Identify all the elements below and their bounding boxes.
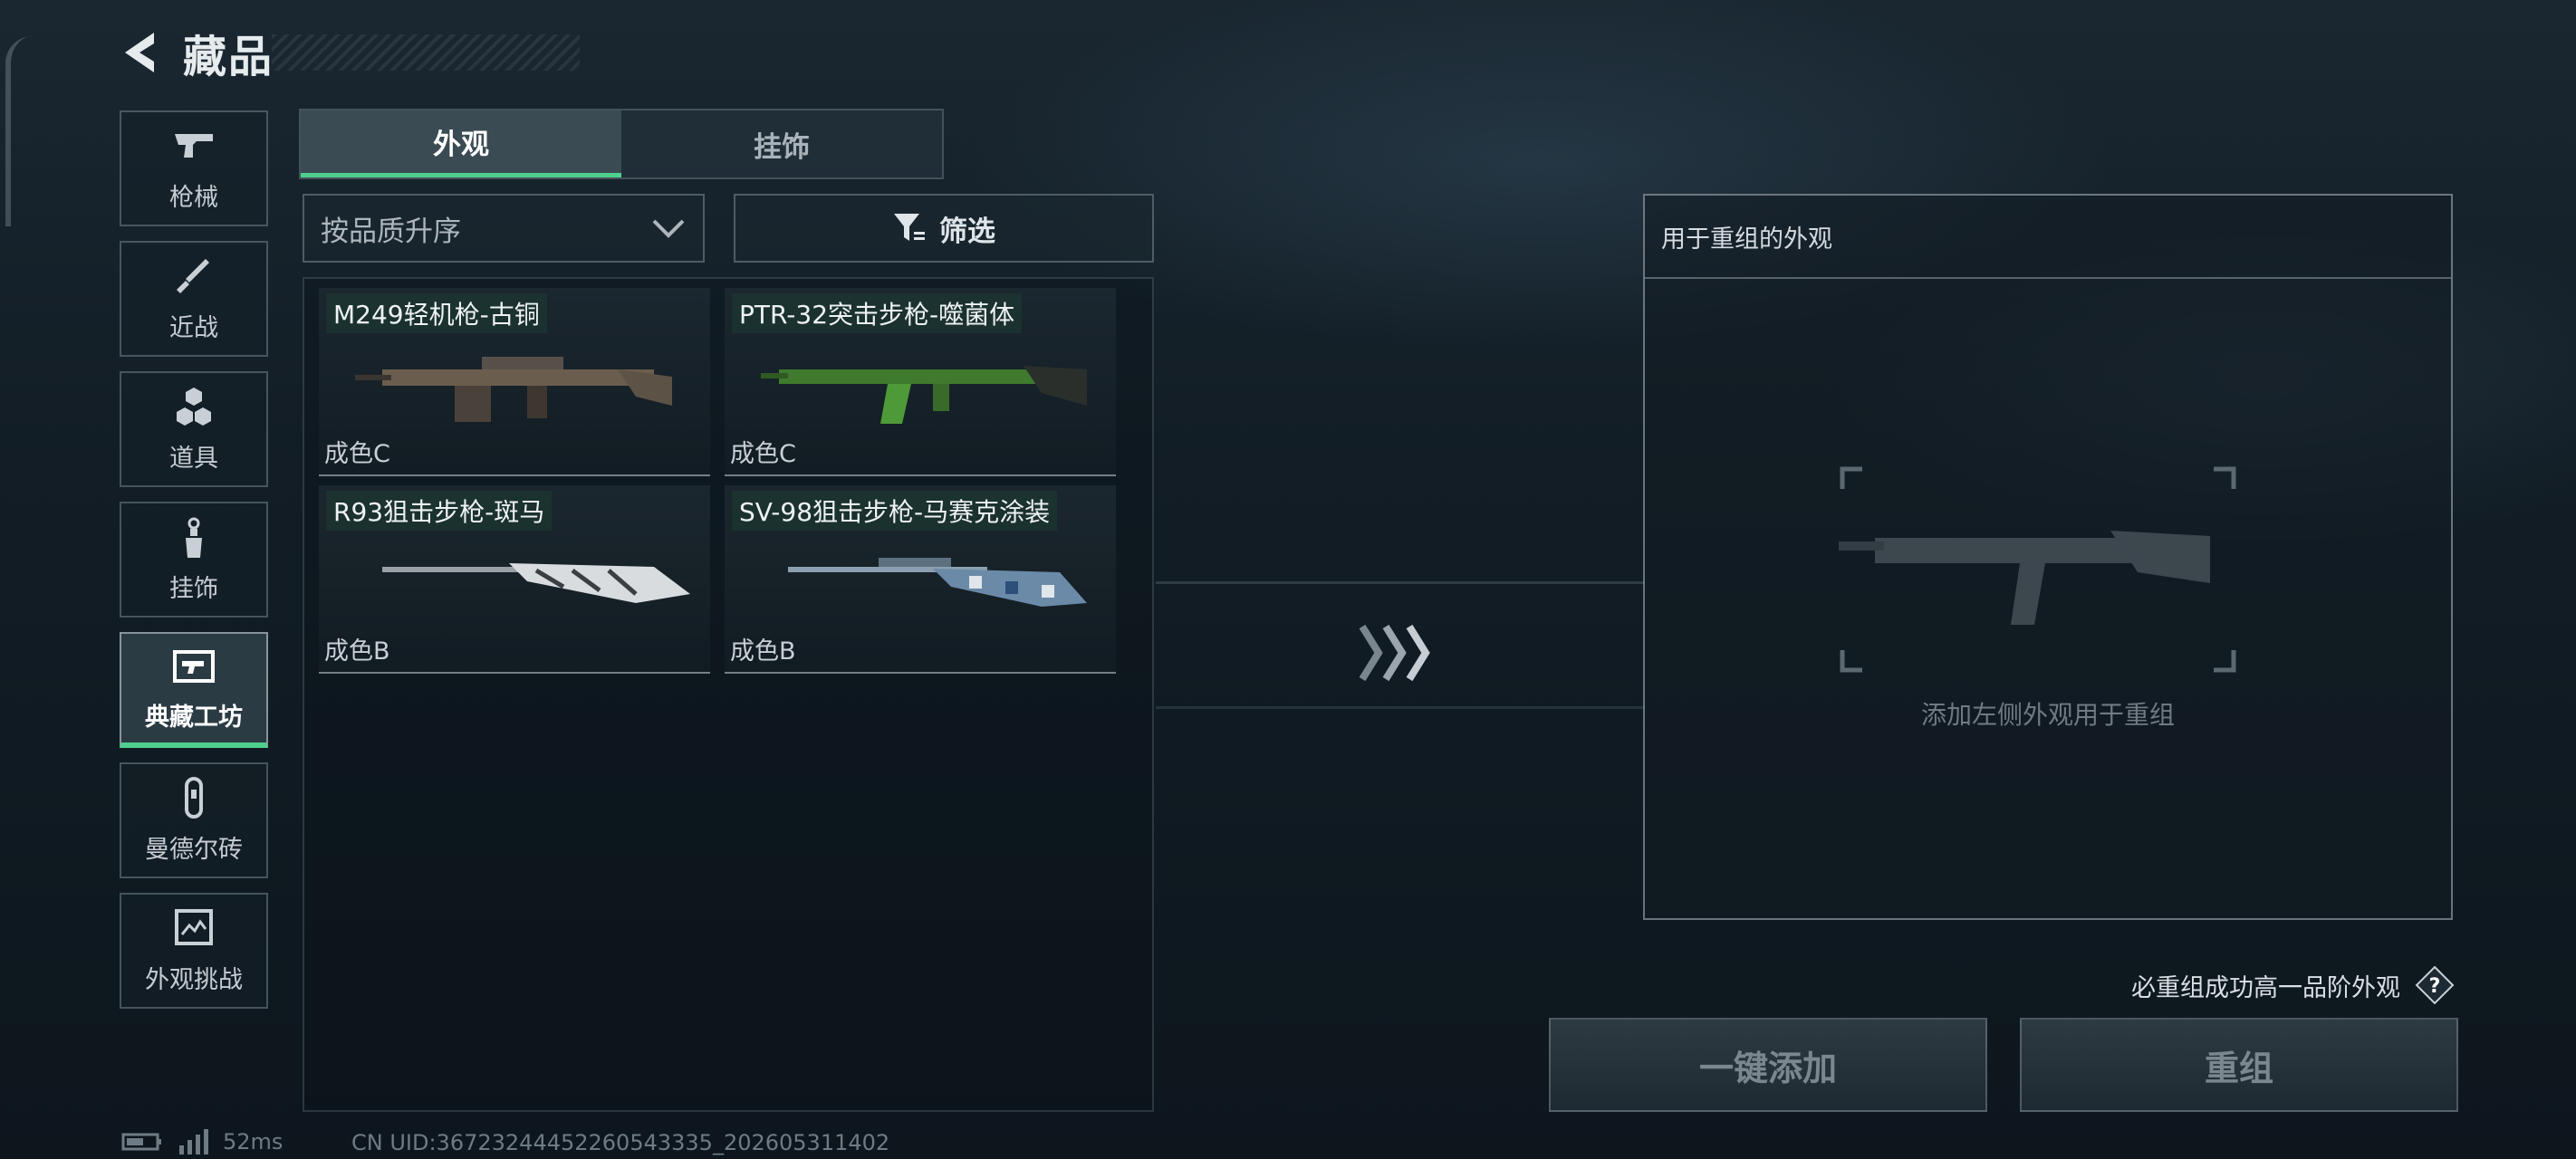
challenge-icon (175, 908, 213, 945)
tab-appearance[interactable]: 外观 (301, 110, 621, 177)
filter-icon (894, 214, 925, 241)
sidebar-item-label: 枪械 (169, 183, 218, 212)
filter-button[interactable]: 筛选 (734, 194, 1154, 263)
sniper-rifle-icon (788, 558, 1087, 607)
recombine-label: 重组 (2204, 1048, 2273, 1088)
guarantee-text: 必重组成功高一品阶外观 (2131, 973, 2400, 1002)
chevron-down-icon (652, 219, 685, 238)
status-bar: 52ms (121, 1128, 283, 1155)
sidebar-item-label: 曼德尔砖 (145, 835, 243, 864)
user-uid: CN UID:36723244452260543335_202605311402 (351, 1130, 890, 1155)
pistol-icon (175, 133, 213, 158)
sidebar-item-label: 近战 (169, 313, 218, 342)
skin-grade: 成色C (324, 440, 390, 468)
sidebar-item-label: 挂饰 (169, 574, 218, 603)
connector-line (1156, 581, 1645, 584)
charm-icon (186, 517, 202, 558)
skin-name: SV-98狙击步枪-马赛克涂装 (732, 491, 1058, 531)
sidebar: 枪械 近战 道具 挂饰 典藏工坊 曼德尔砖 外观挑战 (120, 110, 268, 1023)
back-arrow-icon[interactable] (118, 27, 163, 78)
recombine-panel-title: 用于重组的外观 (1661, 225, 1832, 254)
sidebar-item-melee[interactable]: 近战 (120, 241, 268, 357)
sort-dropdown[interactable]: 按品质升序 (303, 194, 705, 263)
sniper-rifle-icon (382, 563, 690, 603)
quick-add-label: 一键添加 (1698, 1048, 1837, 1088)
skin-grade: 成色B (730, 637, 796, 666)
triple-chevron-right-icon (1359, 624, 1430, 682)
weapon-placeholder-icon[interactable] (1839, 465, 2237, 674)
sidebar-item-skin-challenge[interactable]: 外观挑战 (120, 893, 268, 1009)
page-title: 藏品 (183, 32, 274, 82)
skin-card[interactable]: PTR-32突击步枪-噬菌体 成色C (725, 288, 1116, 476)
skin-name: M249轻机枪-古铜 (326, 293, 547, 333)
recombine-hint: 添加左侧外观用于重组 (1920, 700, 2175, 730)
title-hatch-decoration (272, 34, 580, 71)
skin-card[interactable]: M249轻机枪-古铜 成色C (319, 288, 710, 476)
ping-value: 52ms (223, 1129, 284, 1154)
edge-decoration (5, 36, 33, 226)
connector-line (1156, 706, 1645, 709)
svg-text:?: ? (2429, 975, 2441, 998)
sidebar-item-workshop[interactable]: 典藏工坊 (120, 632, 268, 748)
sidebar-item-label: 外观挑战 (145, 965, 243, 994)
quick-add-button[interactable]: 一键添加 (1549, 1018, 1987, 1112)
sidebar-item-mandel-brick[interactable]: 曼德尔砖 (120, 762, 268, 878)
header: 藏品 (118, 24, 274, 82)
workshop-icon (173, 649, 215, 683)
sidebar-item-label: 典藏工坊 (145, 703, 243, 732)
signal-icon (179, 1129, 208, 1154)
skin-name: PTR-32突击步枪-噬菌体 (732, 293, 1023, 333)
sidebar-item-charms[interactable]: 挂饰 (120, 502, 268, 618)
filter-label: 筛选 (939, 215, 995, 248)
help-icon[interactable]: ? (2415, 965, 2455, 1005)
skin-card[interactable]: SV-98狙击步枪-马赛克涂装 成色B (725, 485, 1116, 674)
grenade-icon (177, 387, 211, 426)
guarantee-note: 必重组成功高一品阶外观 ? (1993, 965, 2455, 1005)
sidebar-item-label: 道具 (169, 444, 218, 473)
sidebar-item-items[interactable]: 道具 (120, 371, 268, 487)
recombine-button[interactable]: 重组 (2020, 1018, 2458, 1112)
skin-card[interactable]: R93狙击步枪-斑马 成色B (319, 485, 710, 674)
brick-icon (185, 776, 203, 819)
machine-gun-icon (355, 357, 672, 422)
recombine-panel-header: 用于重组的外观 (1645, 196, 2451, 279)
sidebar-item-firearms[interactable]: 枪械 (120, 110, 268, 226)
category-tabs: 外观 挂饰 (299, 109, 944, 179)
sort-value: 按品质升序 (321, 215, 461, 248)
skin-name: R93狙击步枪-斑马 (326, 491, 553, 531)
knife-icon (177, 258, 209, 293)
assault-rifle-icon (761, 366, 1087, 424)
battery-icon (121, 1133, 161, 1151)
skin-grade: 成色C (730, 440, 796, 468)
tab-charms[interactable]: 挂饰 (621, 110, 942, 177)
skin-grade: 成色B (324, 637, 390, 666)
